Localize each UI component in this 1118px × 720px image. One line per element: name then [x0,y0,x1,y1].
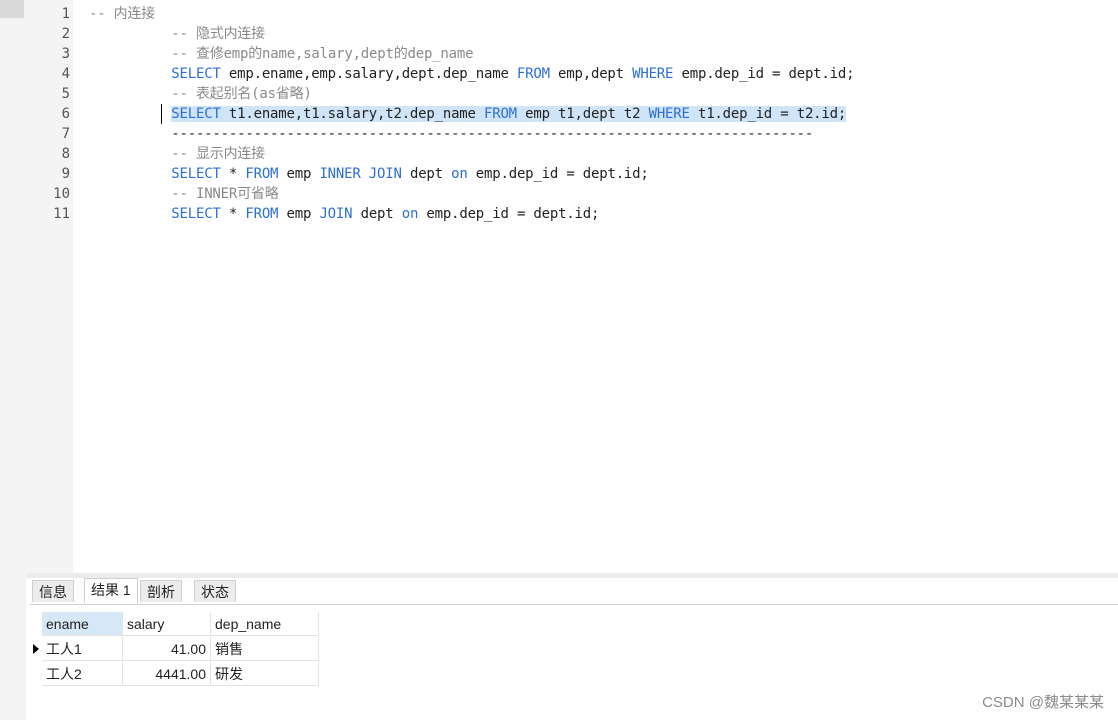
text-caret [161,104,162,124]
line-number: 6 [61,106,70,122]
row-marker [30,637,42,661]
code-text: dept [352,206,402,222]
tab-result-1[interactable]: 结果 1 [84,578,138,603]
code-line[interactable]: -- 隐式内连接 [89,24,265,44]
panel-handle[interactable] [0,0,24,18]
sql-keyword: SELECT [171,66,221,82]
code-text: * [220,206,246,222]
sql-editor[interactable]: 1 2 3 4 5 6 7 8 9 10 11 -- 内连接 -- 隐式内连接 -- 查修emp的n… [26,0,1118,573]
sql-keyword: FROM [484,106,517,122]
cell-ename[interactable]: 工人2 [42,662,123,686]
column-header-ename[interactable]: ename [42,612,123,636]
code-line[interactable]: -- 表起别名(as省略) [89,84,312,104]
code-text: ----------------------------------------… [89,126,814,142]
code-text: emp.dep_id = dept.id; [673,66,855,82]
sql-keyword: JOIN [319,206,353,222]
sql-comment: -- 显示内连接 [89,146,265,162]
line-number: 7 [61,126,70,142]
tab-info[interactable]: 信息 [32,580,74,602]
cell-dep-name[interactable]: 销售 [211,637,319,661]
sql-keyword: FROM [516,66,550,82]
cell-ename[interactable]: 工人1 [42,637,123,661]
code-line[interactable]: SELECT * FROM emp INNER JOIN dept on emp… [89,164,649,184]
sql-keyword: on [451,166,468,182]
sql-keyword: INNER JOIN [319,166,402,182]
code-line[interactable]: SELECT t1.ename,t1.salary,t2.dep_name FR… [89,104,846,124]
code-line[interactable]: -- INNER可省略 [89,184,279,204]
code-line[interactable]: SELECT emp.ename,emp.salary,dept.dep_nam… [89,64,854,84]
code-text: emp t1,dept t2 [516,106,649,122]
line-number: 9 [61,166,70,182]
code-text: emp.dep_id = dept.id; [418,206,600,222]
line-number: 10 [53,186,70,202]
line-number: 5 [61,86,70,102]
sql-comment: -- 表起别名(as省略) [89,86,312,102]
code-line[interactable]: -- 查修emp的name,salary,dept的dep_name [89,44,473,64]
line-number: 8 [61,146,70,162]
column-header-salary[interactable]: salary [123,612,211,636]
sql-keyword: WHERE [632,66,674,82]
sql-comment: -- 查修emp的name,salary,dept的dep_name [89,46,474,62]
code-text: emp,dept [549,66,633,82]
left-strip [0,0,26,720]
code-line[interactable]: SELECT * FROM emp JOIN dept on emp.dep_i… [89,204,599,224]
sql-keyword: FROM [245,206,279,222]
line-number: 11 [53,206,70,222]
sql-comment: -- 内连接 [89,6,156,22]
sql-comment: -- 隐式内连接 [89,26,265,42]
watermark: CSDN @魏某某某 [982,694,1104,711]
tab-status[interactable]: 状态 [194,580,236,602]
code-line[interactable]: -- 内连接 [89,4,155,24]
line-number: 1 [61,6,70,22]
line-number: 4 [61,66,70,82]
line-number-gutter: 1 2 3 4 5 6 7 8 9 10 11 [26,0,73,573]
cell-dep-name[interactable]: 研发 [211,662,319,686]
sql-comment: -- INNER可省略 [89,186,279,202]
code-text: emp [278,206,320,222]
line-number: 3 [61,46,70,62]
code-text: dept [401,166,452,182]
sql-keyword: on [401,206,419,222]
code-text: t1.ename,t1.salary,t2.dep_name [220,106,484,122]
sql-keyword: WHERE [648,106,690,122]
code-text: emp [278,166,320,182]
line-number: 2 [61,26,70,42]
sql-keyword: FROM [245,166,279,182]
code-text: t1.dep_id = t2.id; [689,106,847,122]
cell-salary[interactable]: 4441.00 [123,662,211,686]
code-text: emp.dep_id = dept.id; [467,166,649,182]
sql-keyword: SELECT [171,206,221,222]
code-line[interactable]: ----------------------------------------… [89,124,813,144]
current-row-arrow-icon [33,644,39,654]
sql-keyword: SELECT [171,106,221,122]
code-line[interactable]: -- 显示内连接 [89,144,265,164]
cell-salary[interactable]: 41.00 [123,637,211,661]
sql-keyword: SELECT [171,166,221,182]
result-tabs: 信息 结果 1 剖析 状态 [30,578,1118,605]
tab-profile[interactable]: 剖析 [140,580,182,602]
code-text: * [220,166,246,182]
column-header-dep-name[interactable]: dep_name [211,612,319,636]
code-text: emp.ename,emp.salary,dept.dep_name [220,66,517,82]
